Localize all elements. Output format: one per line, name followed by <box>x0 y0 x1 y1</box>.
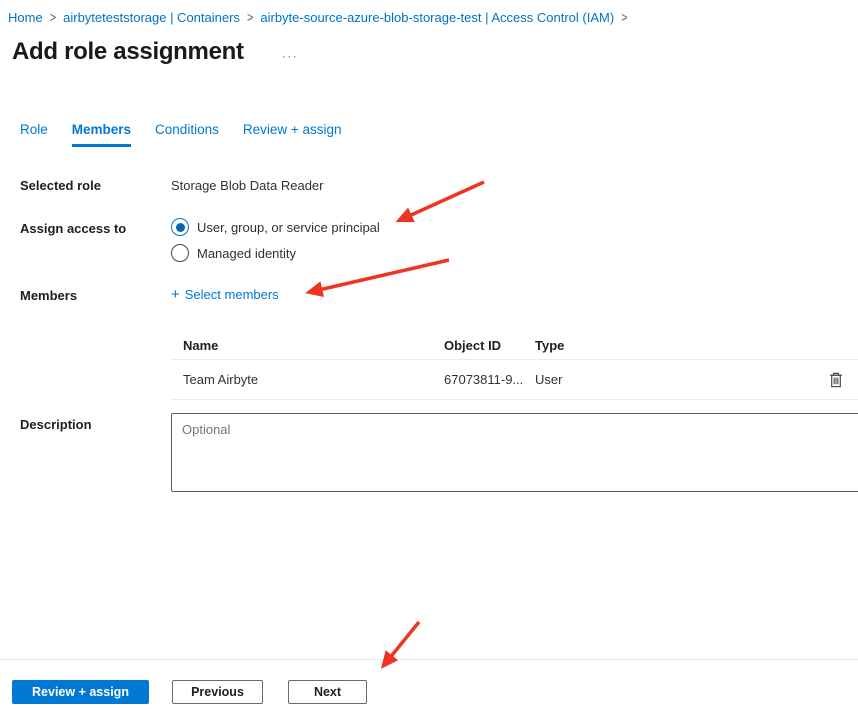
column-header-type: Type <box>535 338 813 353</box>
footer-divider <box>0 659 858 660</box>
select-members-link[interactable]: + Select members <box>171 287 279 302</box>
next-button[interactable]: Next <box>288 680 367 704</box>
breadcrumb-chevron-icon: > <box>247 10 253 25</box>
breadcrumb-chevron-icon: > <box>621 10 627 25</box>
arrow-to-select-members <box>310 260 449 292</box>
tab-role[interactable]: Role <box>20 122 48 147</box>
breadcrumb-storage-containers-link[interactable]: airbyteteststorage | Containers <box>63 10 240 25</box>
trash-icon <box>829 372 843 388</box>
select-members-label: Select members <box>185 287 279 302</box>
breadcrumb-home-link[interactable]: Home <box>8 10 43 25</box>
breadcrumb: Home > airbyteteststorage | Containers >… <box>8 10 628 25</box>
selected-role-label: Selected role <box>20 178 165 193</box>
breadcrumb-access-control-link[interactable]: airbyte-source-azure-blob-storage-test |… <box>260 10 614 25</box>
description-input[interactable] <box>171 413 858 492</box>
tab-conditions[interactable]: Conditions <box>155 122 219 147</box>
table-row: Team Airbyte 67073811-9... User <box>171 360 858 400</box>
member-object-id-cell: 67073811-9... <box>444 372 535 387</box>
radio-option-user-group-service-principal[interactable]: User, group, or service principal <box>171 218 380 236</box>
member-type-cell: User <box>535 372 813 387</box>
arrow-to-radio-option <box>400 182 484 220</box>
review-assign-button[interactable]: Review + assign <box>12 680 149 704</box>
delete-member-button[interactable] <box>827 370 845 390</box>
description-label: Description <box>20 417 165 432</box>
previous-button[interactable]: Previous <box>172 680 263 704</box>
members-label: Members <box>20 288 165 303</box>
members-table: Name Object ID Type Team Airbyte 6707381… <box>171 331 858 400</box>
page-title: Add role assignment <box>12 38 244 66</box>
radio-option-label: Managed identity <box>197 246 296 261</box>
column-header-object-id: Object ID <box>444 338 535 353</box>
members-table-header: Name Object ID Type <box>171 331 858 360</box>
radio-option-label: User, group, or service principal <box>197 220 380 235</box>
assign-access-to-label: Assign access to <box>20 221 165 236</box>
radio-unselected-icon[interactable] <box>171 244 189 262</box>
tab-bar: Role Members Conditions Review + assign <box>20 122 342 147</box>
radio-selected-icon[interactable] <box>171 218 189 236</box>
breadcrumb-chevron-icon: > <box>50 10 56 25</box>
plus-icon: + <box>171 288 180 301</box>
tab-review-assign[interactable]: Review + assign <box>243 122 342 147</box>
add-role-assignment-page: { "colors": { "accent": "#0078d4", "link… <box>0 0 858 710</box>
tab-members[interactable]: Members <box>72 122 131 147</box>
member-name-cell: Team Airbyte <box>183 372 444 387</box>
column-header-name: Name <box>183 338 444 353</box>
selected-role-value: Storage Blob Data Reader <box>171 178 323 193</box>
more-options-button[interactable]: ··· <box>282 49 299 63</box>
radio-option-managed-identity[interactable]: Managed identity <box>171 244 296 262</box>
page-header: Add role assignment ··· <box>12 38 298 66</box>
